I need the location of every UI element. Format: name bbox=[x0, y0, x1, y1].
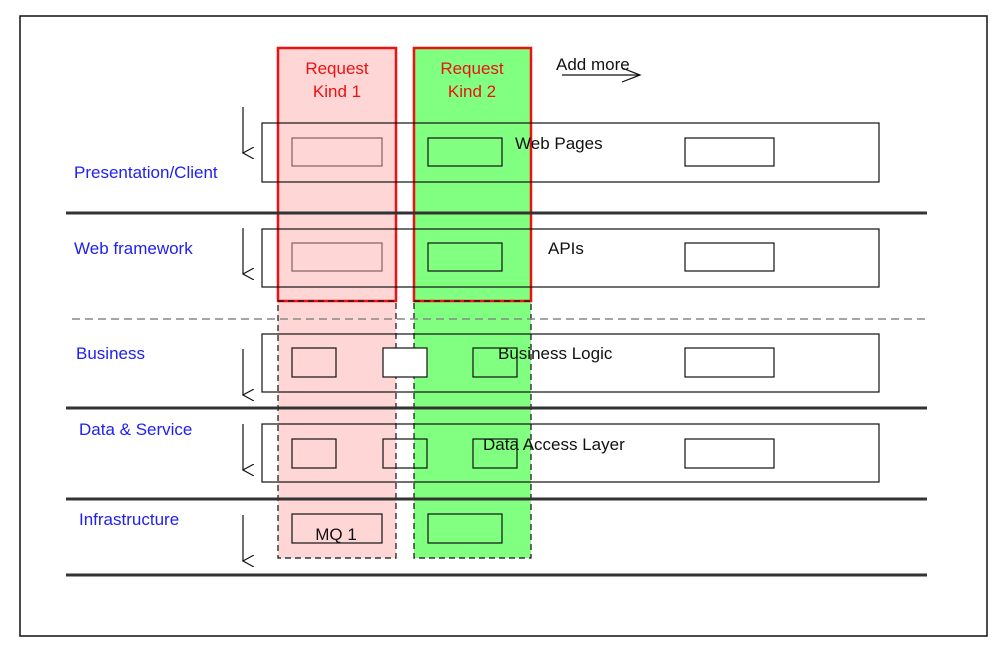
layer-label: Web framework bbox=[74, 239, 193, 258]
layer-label: Data & Service bbox=[79, 420, 192, 439]
add-more-label: Add more bbox=[556, 55, 630, 74]
column-2-title-line2: Kind 2 bbox=[448, 82, 496, 101]
layer-label: Business bbox=[76, 344, 145, 363]
mq-label: MQ 1 bbox=[315, 525, 357, 544]
layer-label: Infrastructure bbox=[79, 510, 179, 529]
column-2-title-line1: Request bbox=[440, 59, 504, 78]
layer-component-name: Web Pages bbox=[515, 134, 603, 153]
architecture-diagram: Request Kind 1 Request Kind 2 Add more P… bbox=[19, 15, 988, 637]
column-1-title-line2: Kind 1 bbox=[313, 82, 361, 101]
column-1-title-line1: Request bbox=[305, 59, 369, 78]
layer-label: Presentation/Client bbox=[74, 163, 218, 182]
layer-component-name: Data Access Layer bbox=[483, 435, 625, 454]
layer-component-name: Business Logic bbox=[498, 344, 613, 363]
layer-component-name: APIs bbox=[548, 239, 584, 258]
